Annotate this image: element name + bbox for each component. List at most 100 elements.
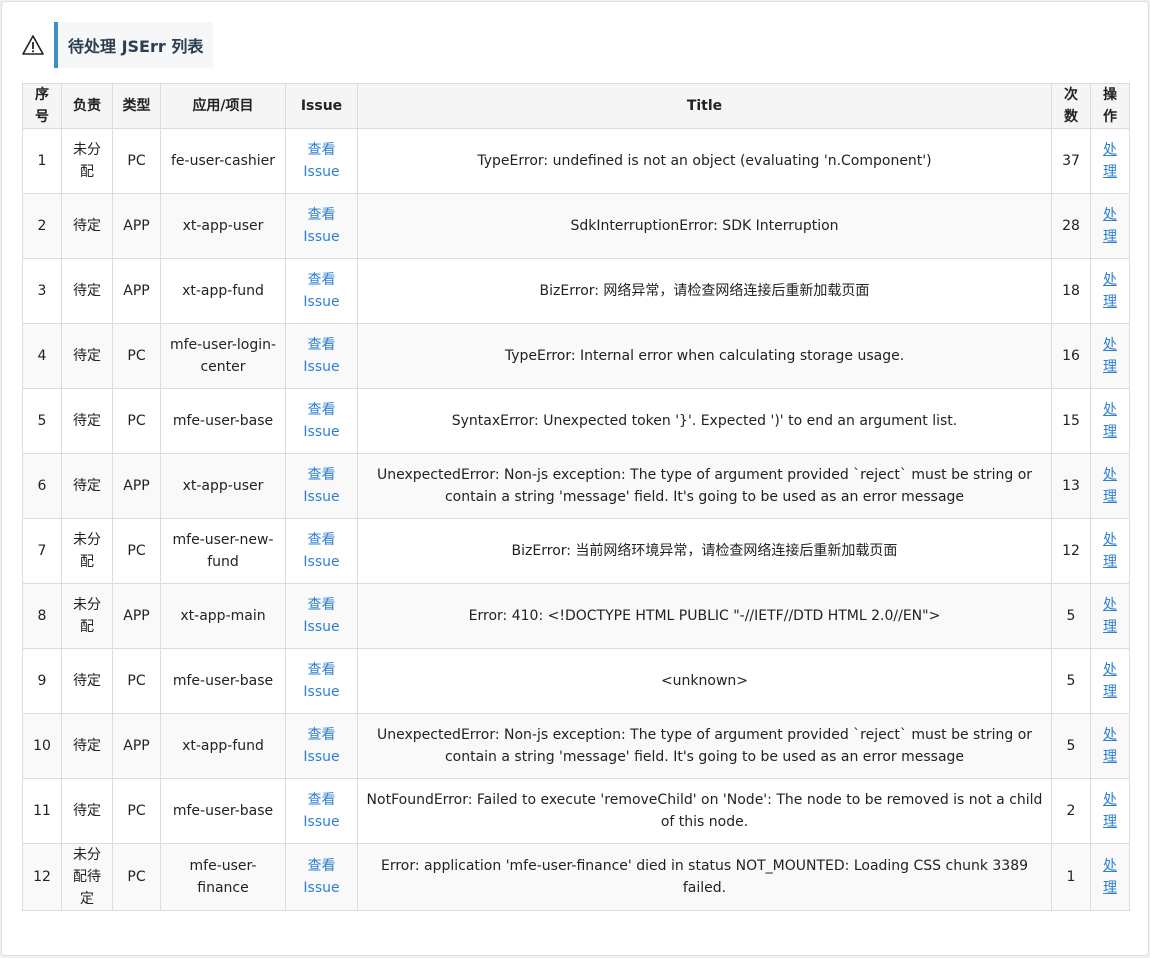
card-header: 待处理 JSErr 列表 <box>22 22 214 68</box>
column-header-action: 操作 <box>1090 83 1130 129</box>
cell-title: BizError: 网络异常，请检查网络连接后重新加载页面 <box>357 258 1052 324</box>
cell-count: 37 <box>1051 128 1091 194</box>
table-row: 9 待定 PC mfe-user-base 查看 Issue <unknown> 5 处理 <box>22 648 1130 714</box>
cell-title: <unknown> <box>357 648 1052 714</box>
jserr-card: 待处理 JSErr 列表 序号 负责 类型 应用/项目 Issue Title … <box>1 1 1149 956</box>
cell-owner: 未分配 <box>61 128 113 194</box>
column-header-issue: Issue <box>285 83 358 129</box>
issue-link-cell: 查看 Issue <box>285 193 358 259</box>
cell-title: UnexpectedError: Non-js exception: The t… <box>357 453 1052 519</box>
cell-type: PC <box>112 648 161 714</box>
action-link-cell: 处理 <box>1090 323 1130 389</box>
issue-link[interactable]: 查看 Issue <box>303 532 339 570</box>
table-body: 1 未分配 PC fe-user-cashier 查看 Issue TypeError: … <box>22 128 1130 911</box>
cell-index: 2 <box>22 193 62 259</box>
action-link-cell: 处理 <box>1090 518 1130 584</box>
cell-app: mfe-user-finance <box>160 843 286 911</box>
cell-owner: 待定 <box>61 388 113 454</box>
action-link[interactable]: 处理 <box>1103 858 1117 896</box>
cell-count: 1 <box>1051 843 1091 911</box>
issue-link[interactable]: 查看 Issue <box>303 337 339 375</box>
column-header-owner: 负责 <box>61 83 113 129</box>
action-link-cell: 处理 <box>1090 128 1130 194</box>
cell-type: APP <box>112 258 161 324</box>
action-link[interactable]: 处理 <box>1103 207 1117 245</box>
issue-link-cell: 查看 Issue <box>285 713 358 779</box>
action-link[interactable]: 处理 <box>1103 272 1117 310</box>
cell-owner: 待定 <box>61 323 113 389</box>
page-title: 待处理 JSErr 列表 <box>54 22 214 68</box>
table-row: 8 未分配 APP xt-app-main 查看 Issue Error: 410: <!… <box>22 583 1130 649</box>
cell-owner: 未分配 <box>61 583 113 649</box>
issue-link[interactable]: 查看 Issue <box>303 792 339 830</box>
cell-count: 5 <box>1051 583 1091 649</box>
issue-link-cell: 查看 Issue <box>285 778 358 844</box>
action-link-cell: 处理 <box>1090 193 1130 259</box>
cell-owner: 待定 <box>61 713 113 779</box>
cell-type: PC <box>112 128 161 194</box>
action-link-cell: 处理 <box>1090 583 1130 649</box>
action-link[interactable]: 处理 <box>1103 662 1117 700</box>
cell-owner: 待定 <box>61 258 113 324</box>
action-link[interactable]: 处理 <box>1103 402 1117 440</box>
cell-title: TypeError: undefined is not an object (e… <box>357 128 1052 194</box>
issue-link-cell: 查看 Issue <box>285 843 358 911</box>
action-link-cell: 处理 <box>1090 388 1130 454</box>
action-link[interactable]: 处理 <box>1103 727 1117 765</box>
cell-owner: 待定 <box>61 648 113 714</box>
cell-type: APP <box>112 453 161 519</box>
cell-index: 4 <box>22 323 62 389</box>
cell-title: Error: application 'mfe-user-finance' di… <box>357 843 1052 911</box>
cell-index: 8 <box>22 583 62 649</box>
column-header-title: Title <box>357 83 1052 129</box>
issue-link[interactable]: 查看 Issue <box>303 142 339 180</box>
cell-type: PC <box>112 518 161 584</box>
cell-index: 1 <box>22 128 62 194</box>
issue-link[interactable]: 查看 Issue <box>303 727 339 765</box>
action-link[interactable]: 处理 <box>1103 597 1117 635</box>
issue-link-cell: 查看 Issue <box>285 128 358 194</box>
action-link[interactable]: 处理 <box>1103 467 1117 505</box>
cell-type: PC <box>112 843 161 911</box>
action-link-cell: 处理 <box>1090 453 1130 519</box>
issue-link-cell: 查看 Issue <box>285 388 358 454</box>
cell-type: PC <box>112 388 161 454</box>
action-link-cell: 处理 <box>1090 258 1130 324</box>
issue-link[interactable]: 查看 Issue <box>303 402 339 440</box>
issue-link-cell: 查看 Issue <box>285 583 358 649</box>
issue-link[interactable]: 查看 Issue <box>303 467 339 505</box>
table-row: 3 待定 APP xt-app-fund 查看 Issue BizError: 网络异常，… <box>22 258 1130 324</box>
cell-app: xt-app-user <box>160 453 286 519</box>
cell-index: 7 <box>22 518 62 584</box>
cell-app: mfe-user-base <box>160 648 286 714</box>
table-row: 1 未分配 PC fe-user-cashier 查看 Issue TypeError: … <box>22 128 1130 194</box>
issue-link[interactable]: 查看 Issue <box>303 597 339 635</box>
action-link[interactable]: 处理 <box>1103 142 1117 180</box>
action-link[interactable]: 处理 <box>1103 532 1117 570</box>
issue-link[interactable]: 查看 Issue <box>303 858 339 896</box>
cell-title: BizError: 当前网络环境异常，请检查网络连接后重新加载页面 <box>357 518 1052 584</box>
jserr-table: 序号 负责 类型 应用/项目 Issue Title 次数 操作 1 未分配 PC f… <box>22 83 1130 911</box>
issue-link[interactable]: 查看 Issue <box>303 272 339 310</box>
cell-count: 12 <box>1051 518 1091 584</box>
action-link[interactable]: 处理 <box>1103 792 1117 830</box>
action-link[interactable]: 处理 <box>1103 337 1117 375</box>
cell-count: 28 <box>1051 193 1091 259</box>
cell-type: APP <box>112 193 161 259</box>
issue-link-cell: 查看 Issue <box>285 453 358 519</box>
cell-count: 18 <box>1051 258 1091 324</box>
action-link-cell: 处理 <box>1090 778 1130 844</box>
issue-link[interactable]: 查看 Issue <box>303 207 339 245</box>
cell-count: 2 <box>1051 778 1091 844</box>
column-header-type: 类型 <box>112 83 161 129</box>
cell-owner: 待定 <box>61 453 113 519</box>
cell-index: 6 <box>22 453 62 519</box>
table-row: 4 待定 PC mfe-user-login-center 查看 Issue TypeEr… <box>22 323 1130 389</box>
issue-link[interactable]: 查看 Issue <box>303 662 339 700</box>
cell-type: PC <box>112 323 161 389</box>
cell-index: 12 <box>22 843 62 911</box>
cell-count: 16 <box>1051 323 1091 389</box>
cell-title: NotFoundError: Failed to execute 'remove… <box>357 778 1052 844</box>
cell-app: xt-app-fund <box>160 713 286 779</box>
column-header-app: 应用/项目 <box>160 83 286 129</box>
